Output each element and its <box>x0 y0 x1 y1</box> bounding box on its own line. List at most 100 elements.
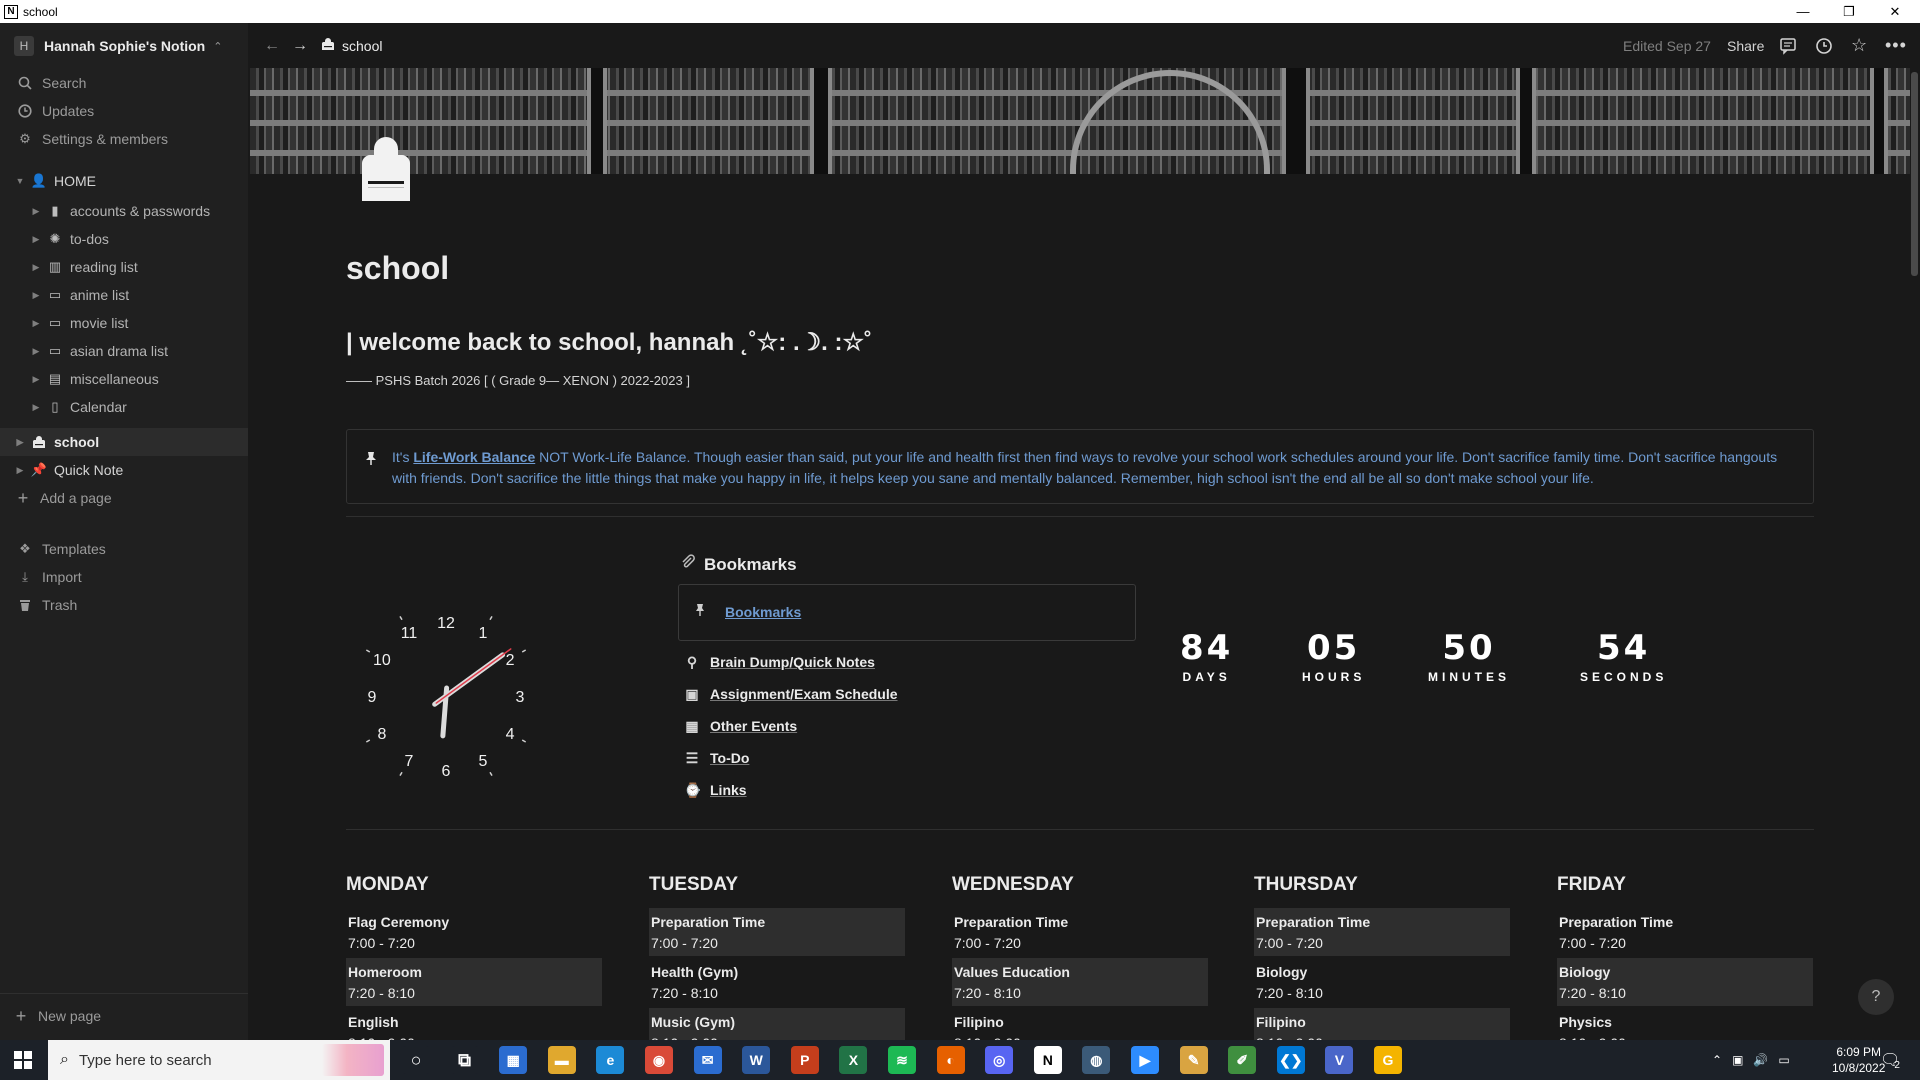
bookmark-link[interactable]: ▦ Other Events <box>684 714 797 738</box>
edge-icon[interactable]: e <box>596 1046 625 1074</box>
sidebar-page-item[interactable]: ▶ ▭ movie list <box>0 309 248 337</box>
file-explorer-icon[interactable]: ▬ <box>547 1046 576 1074</box>
sidebar-page-item[interactable]: ▶ ▯ Calendar <box>0 393 248 421</box>
tv-icon: ▭ <box>48 287 62 302</box>
store-icon[interactable]: ▦ <box>499 1046 528 1074</box>
chrome-icon[interactable]: ◉ <box>645 1046 673 1074</box>
new-page-button[interactable]: + New page <box>0 1002 248 1030</box>
paperclip-icon <box>680 554 696 575</box>
bookmark-link[interactable]: ▣ Assignment/Exam Schedule <box>684 682 897 706</box>
chevron-right-icon[interactable]: ▶ <box>30 346 42 357</box>
restore-button[interactable]: ❐ <box>1826 0 1872 23</box>
taskbar-clock[interactable]: 6:09 PM 10/8/2022 <box>1832 1040 1885 1080</box>
bookmarks-link[interactable]: Bookmarks <box>725 604 801 620</box>
scrollbar-thumb[interactable] <box>1911 72 1918 276</box>
more-options-icon[interactable]: ••• <box>1885 23 1907 68</box>
chevron-right-icon[interactable]: ▶ <box>30 234 42 245</box>
schedule-slot[interactable]: Biology 7:20 - 8:10 <box>1557 958 1813 1006</box>
task-view-icon[interactable]: ⧉ <box>450 1046 479 1074</box>
sidebar-search[interactable]: Search <box>0 69 248 97</box>
sidebar-templates[interactable]: ❖ Templates <box>0 535 248 563</box>
life-work-balance-link[interactable]: Life-Work Balance <box>413 449 535 465</box>
sidebar-settings[interactable]: ⚙ Settings & members <box>0 125 248 153</box>
cover-image[interactable] <box>250 68 1910 174</box>
chevron-right-icon[interactable]: ▶ <box>14 465 26 476</box>
sidebar-item-school[interactable]: ▶ school <box>0 428 248 456</box>
comment-icon[interactable] <box>1779 23 1797 68</box>
schedule-slot[interactable]: Preparation Time 7:00 - 7:20 <box>649 908 905 956</box>
chevron-right-icon[interactable]: ▶ <box>30 290 42 301</box>
chevron-right-icon[interactable]: ▶ <box>14 437 26 448</box>
powerpoint-icon[interactable]: P <box>790 1046 819 1074</box>
steam-icon[interactable]: ◍ <box>1082 1046 1111 1074</box>
search-icon <box>16 76 34 90</box>
sidebar-updates[interactable]: Updates <box>0 97 248 125</box>
bookmark-link[interactable]: ⚲ Brain Dump/Quick Notes <box>684 650 875 674</box>
network-icon[interactable]: ▭ <box>1778 1053 1789 1067</box>
speaker-icon[interactable]: 🔊 <box>1753 1053 1768 1067</box>
notion-icon[interactable]: N <box>1033 1046 1062 1074</box>
page-backpack-icon[interactable] <box>362 133 410 205</box>
chevron-up-icon[interactable]: ⌃ <box>1712 1053 1722 1067</box>
slot-subject: Preparation Time <box>651 914 766 930</box>
star-icon[interactable]: ☆ <box>1851 23 1867 68</box>
sidebar-page-item[interactable]: ▶ ▥ reading list <box>0 253 248 281</box>
chevron-right-icon[interactable]: ▶ <box>30 318 42 329</box>
help-button[interactable]: ? <box>1858 979 1894 1015</box>
sidebar-import[interactable]: ⤓ Import <box>0 563 248 591</box>
chevron-down-icon[interactable]: ▼ <box>14 176 26 186</box>
countdown-value: 05 <box>1307 628 1361 668</box>
close-button[interactable]: ✕ <box>1872 0 1918 23</box>
schedule-slot[interactable]: Homeroom 7:20 - 8:10 <box>346 958 602 1006</box>
breadcrumb[interactable]: school <box>322 37 382 54</box>
schedule-slot[interactable]: Preparation Time 7:00 - 7:20 <box>952 908 1208 956</box>
sidebar-item-label: Quick Note <box>54 462 124 478</box>
sidebar-page-item[interactable]: ▶ ▭ asian drama list <box>0 337 248 365</box>
chevron-right-icon[interactable]: ▶ <box>30 374 42 385</box>
forward-arrow-icon[interactable]: → <box>292 37 308 55</box>
schedule-slot[interactable]: Biology 7:20 - 8:10 <box>1254 958 1510 1006</box>
sidebar-item-quick-note[interactable]: ▶ 📌 Quick Note <box>0 456 248 484</box>
schedule-slot[interactable]: Health (Gym) 7:20 - 8:10 <box>649 958 905 1006</box>
history-icon[interactable] <box>1815 23 1833 68</box>
vscode-icon[interactable]: ❮❯ <box>1276 1046 1305 1074</box>
sidebar-page-item[interactable]: ▶ ▮ accounts & passwords <box>0 197 248 225</box>
sidebar-item-home[interactable]: ▼ 👤 HOME <box>0 167 248 195</box>
chevron-right-icon[interactable]: ▶ <box>30 262 42 273</box>
excel-icon[interactable]: X <box>839 1046 868 1074</box>
slides-icon[interactable]: G <box>1374 1046 1402 1074</box>
sidebar-page-item[interactable]: ▶ ✺ to-dos <box>0 225 248 253</box>
sidebar-trash[interactable]: Trash <box>0 591 248 619</box>
back-arrow-icon[interactable]: ← <box>264 37 280 55</box>
bookmark-link[interactable]: ⌚ Links <box>684 778 747 802</box>
spotify-icon[interactable]: ≋ <box>888 1046 916 1074</box>
sidebar-page-item[interactable]: ▶ ▭ anime list <box>0 281 248 309</box>
windows-start-icon[interactable] <box>14 1051 32 1074</box>
minimize-button[interactable]: — <box>1780 0 1826 23</box>
word-icon[interactable]: W <box>742 1046 771 1074</box>
schedule-slot[interactable]: Preparation Time 7:00 - 7:20 <box>1557 908 1813 956</box>
cortana-icon[interactable]: ○ <box>402 1046 430 1074</box>
schedule-slot[interactable]: Flag Ceremony 7:00 - 7:20 <box>346 908 602 956</box>
schedule-slot[interactable]: Values Education 7:20 - 8:10 <box>952 958 1208 1006</box>
share-button[interactable]: Share <box>1727 23 1764 68</box>
notepad-icon[interactable]: ✐ <box>1228 1046 1257 1074</box>
paint-icon[interactable]: ✎ <box>1179 1046 1208 1074</box>
chevron-right-icon[interactable]: ▶ <box>30 206 42 217</box>
add-page-button[interactable]: + Add a page <box>0 484 248 512</box>
mail-icon[interactable]: ✉ <box>693 1046 722 1074</box>
meet-now-icon[interactable]: ▣ <box>1732 1053 1743 1067</box>
sidebar-page-item[interactable]: ▶ ▤ miscellaneous <box>0 365 248 393</box>
discord-icon[interactable]: ◎ <box>985 1046 1014 1074</box>
clock-number: 3 <box>516 689 525 706</box>
chevron-right-icon[interactable]: ▶ <box>30 402 42 413</box>
taskbar-search-box[interactable]: ⌕ Type here to search <box>48 1040 390 1080</box>
workspace-switcher[interactable]: H Hannah Sophie's Notion ⌃ <box>0 32 248 60</box>
schedule-slot[interactable]: Preparation Time 7:00 - 7:20 <box>1254 908 1510 956</box>
firefox-icon[interactable]: ◐ <box>936 1046 965 1074</box>
vimeo-icon[interactable]: V <box>1325 1046 1354 1074</box>
zoom-icon[interactable]: ▶ <box>1131 1046 1159 1074</box>
bookmark-link[interactable]: ☰ To-Do <box>684 746 750 770</box>
page-title[interactable]: school <box>346 250 449 287</box>
notification-center-icon[interactable]: 🗨 2 <box>1880 1040 1900 1080</box>
